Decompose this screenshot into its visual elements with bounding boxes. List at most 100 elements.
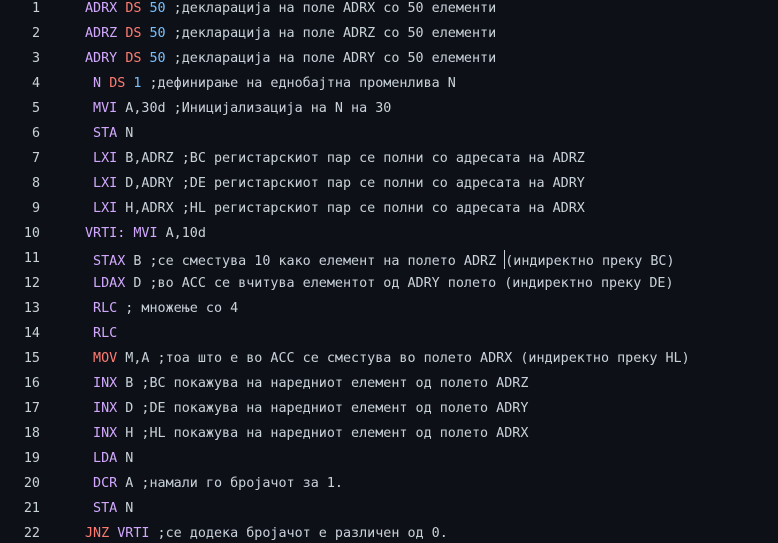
line-number: 21 (23, 501, 40, 516)
code-token: ;декларација на поле ADRZ со 50 елементи (165, 26, 497, 41)
code-token: N (117, 126, 134, 141)
code-line[interactable]: 6 STA N (0, 125, 778, 150)
line-number: 22 (23, 526, 40, 541)
code-text[interactable]: INX D ;DE покажува на наредниот елемент … (85, 400, 528, 417)
code-token: INX (85, 401, 118, 416)
code-line[interactable]: 14 RLC (0, 325, 778, 350)
code-line[interactable]: 1 ADRX DS 50 ;декларација на поле ADRX со… (0, 0, 778, 25)
code-line[interactable]: 4 N DS 1 ;дефинирање на еднобајтна проме… (0, 75, 778, 100)
code-token: ;дефинирање на еднобајтна променлива N (141, 76, 456, 91)
code-token: RLC (85, 326, 118, 341)
code-token: INX (85, 376, 118, 391)
code-token: N (117, 451, 134, 466)
code-text[interactable]: RLC (85, 325, 117, 342)
code-token: INX (85, 426, 118, 441)
code-text[interactable]: INX H ;HL покажува на наредниот елемент … (85, 425, 528, 442)
code-line[interactable]: 10 VRTI: MVI A,10d (0, 225, 778, 250)
line-number: 3 (31, 51, 40, 66)
code-token: LXI (85, 151, 118, 166)
code-text[interactable]: LXI H,ADRX ;HL регистарскиот пар се полн… (85, 200, 585, 217)
code-token: B ;се сместува 10 како елемент на полето… (125, 254, 505, 269)
code-line[interactable]: 13 RLC ; множење со 4 (0, 300, 778, 325)
line-number: 19 (23, 451, 40, 466)
code-line[interactable]: 8 LXI D,ADRY ;DE регистарскиот пар се по… (0, 175, 778, 200)
code-token: H,ADRX ;HL регистарскиот пар се полни со… (117, 201, 585, 216)
code-text[interactable]: ADRX DS 50 ;декларација на поле ADRX со … (85, 0, 496, 17)
code-line[interactable]: 7 LXI B,ADRZ ;BC регистарскиот пар се по… (0, 150, 778, 175)
code-line[interactable]: 3 ADRY DS 50 ;декларација на поле ADRY со… (0, 50, 778, 75)
code-token: DS (125, 26, 142, 41)
code-text[interactable]: ADRY DS 50 ;декларација на поле ADRY со … (85, 50, 496, 67)
code-editor[interactable]: 1 ADRX DS 50 ;декларација на поле ADRX со… (0, 0, 778, 543)
code-token: STA (85, 126, 118, 141)
code-token: D ;во ACC се вчитува елементот од ADRY п… (125, 276, 674, 291)
code-text[interactable]: ADRZ DS 50 ;декларација на поле ADRZ со … (85, 25, 496, 42)
code-text[interactable]: DCR A ;намали го бројачот за 1. (85, 475, 343, 492)
code-line[interactable]: 2 ADRZ DS 50 ;декларација на поле ADRZ со… (0, 25, 778, 50)
code-token: ADRZ (85, 26, 118, 41)
code-text[interactable]: STA N (85, 125, 133, 142)
code-token: LXI (85, 176, 118, 191)
code-token: (индиректно преку BC) (505, 254, 675, 269)
code-text[interactable]: JNZ VRTI ;се додека бројачот е различен … (85, 525, 448, 542)
code-line[interactable]: 11 STAX B ;се сместува 10 како елемент н… (0, 250, 778, 275)
code-token: VRTI: (85, 226, 126, 241)
code-line[interactable]: 5 MVI A,30d ;Иницијализација на N на 30 (0, 100, 778, 125)
line-number: 15 (23, 351, 40, 366)
code-token: MVI (85, 101, 118, 116)
line-number: 10 (23, 226, 40, 241)
code-token: RLC (85, 301, 118, 316)
code-text[interactable]: LDA N (85, 450, 133, 467)
code-token: ; множење со 4 (117, 301, 239, 316)
code-text[interactable]: LXI B,ADRZ ;BC регистарскиот пар се полн… (85, 150, 585, 167)
code-token: LDAX (85, 276, 126, 291)
line-number: 6 (31, 126, 40, 141)
code-token: STAX (85, 254, 126, 269)
code-token: 50 (149, 51, 166, 66)
code-line[interactable]: 18 INX H ;HL покажува на наредниот елеме… (0, 425, 778, 450)
code-line[interactable]: 22 JNZ VRTI ;се додека бројачот е различе… (0, 525, 778, 543)
code-token: VRTI (117, 526, 150, 541)
code-text[interactable]: N DS 1 ;дефинирање на еднобајтна променл… (85, 75, 456, 92)
code-token: MVI (133, 226, 158, 241)
code-text[interactable]: STAX B ;се сместува 10 како елемент на п… (85, 250, 675, 270)
code-token: 50 (149, 1, 166, 16)
code-line[interactable]: 19 LDA N (0, 450, 778, 475)
code-text[interactable]: VRTI: MVI A,10d (85, 225, 206, 242)
code-text[interactable]: STA N (85, 500, 133, 517)
code-token: 50 (149, 26, 166, 41)
code-token: N (85, 76, 102, 91)
code-token: LDA (85, 451, 118, 466)
code-token: D,ADRY ;DE регистарскиот пар се полни со… (117, 176, 585, 191)
code-line[interactable]: 17 INX D ;DE покажува на наредниот елеме… (0, 400, 778, 425)
line-number: 9 (31, 201, 40, 216)
code-line[interactable]: 16 INX B ;BC покажува на наредниот елеме… (0, 375, 778, 400)
line-number: 13 (23, 301, 40, 316)
line-number: 12 (23, 276, 40, 291)
line-number: 8 (31, 176, 40, 191)
code-text[interactable]: RLC ; множење со 4 (85, 300, 238, 317)
code-text[interactable]: LDAX D ;во ACC се вчитува елементот од A… (85, 275, 674, 292)
code-text[interactable]: MVI A,30d ;Иницијализација на N на 30 (85, 100, 391, 117)
code-line[interactable]: 20 DCR A ;намали го бројачот за 1. (0, 475, 778, 500)
code-line[interactable]: 12 LDAX D ;во ACC се вчитува елементот о… (0, 275, 778, 300)
code-text[interactable]: MOV M,A ;тоа што е во ACC се сместува во… (85, 350, 690, 367)
code-text[interactable]: INX B ;BC покажува на наредниот елемент … (85, 375, 528, 392)
code-line[interactable]: 15 MOV M,A ;тоа што е во ACC се сместува… (0, 350, 778, 375)
code-token: A,10d (157, 226, 206, 241)
line-number: 4 (31, 76, 40, 91)
code-token: H ;HL покажува на наредниот елемент од п… (117, 426, 529, 441)
code-token: MOV (85, 351, 118, 366)
code-token: N (117, 501, 134, 516)
code-token: DS (125, 1, 142, 16)
line-number: 17 (23, 401, 40, 416)
line-number: 18 (23, 426, 40, 441)
line-number: 11 (23, 251, 40, 266)
code-text[interactable]: LXI D,ADRY ;DE регистарскиот пар се полн… (85, 175, 585, 192)
code-line[interactable]: 21 STA N (0, 500, 778, 525)
code-line[interactable]: 9 LXI H,ADRX ;HL регистарскиот пар се по… (0, 200, 778, 225)
code-token: DS (125, 51, 142, 66)
line-number: 1 (31, 1, 40, 16)
